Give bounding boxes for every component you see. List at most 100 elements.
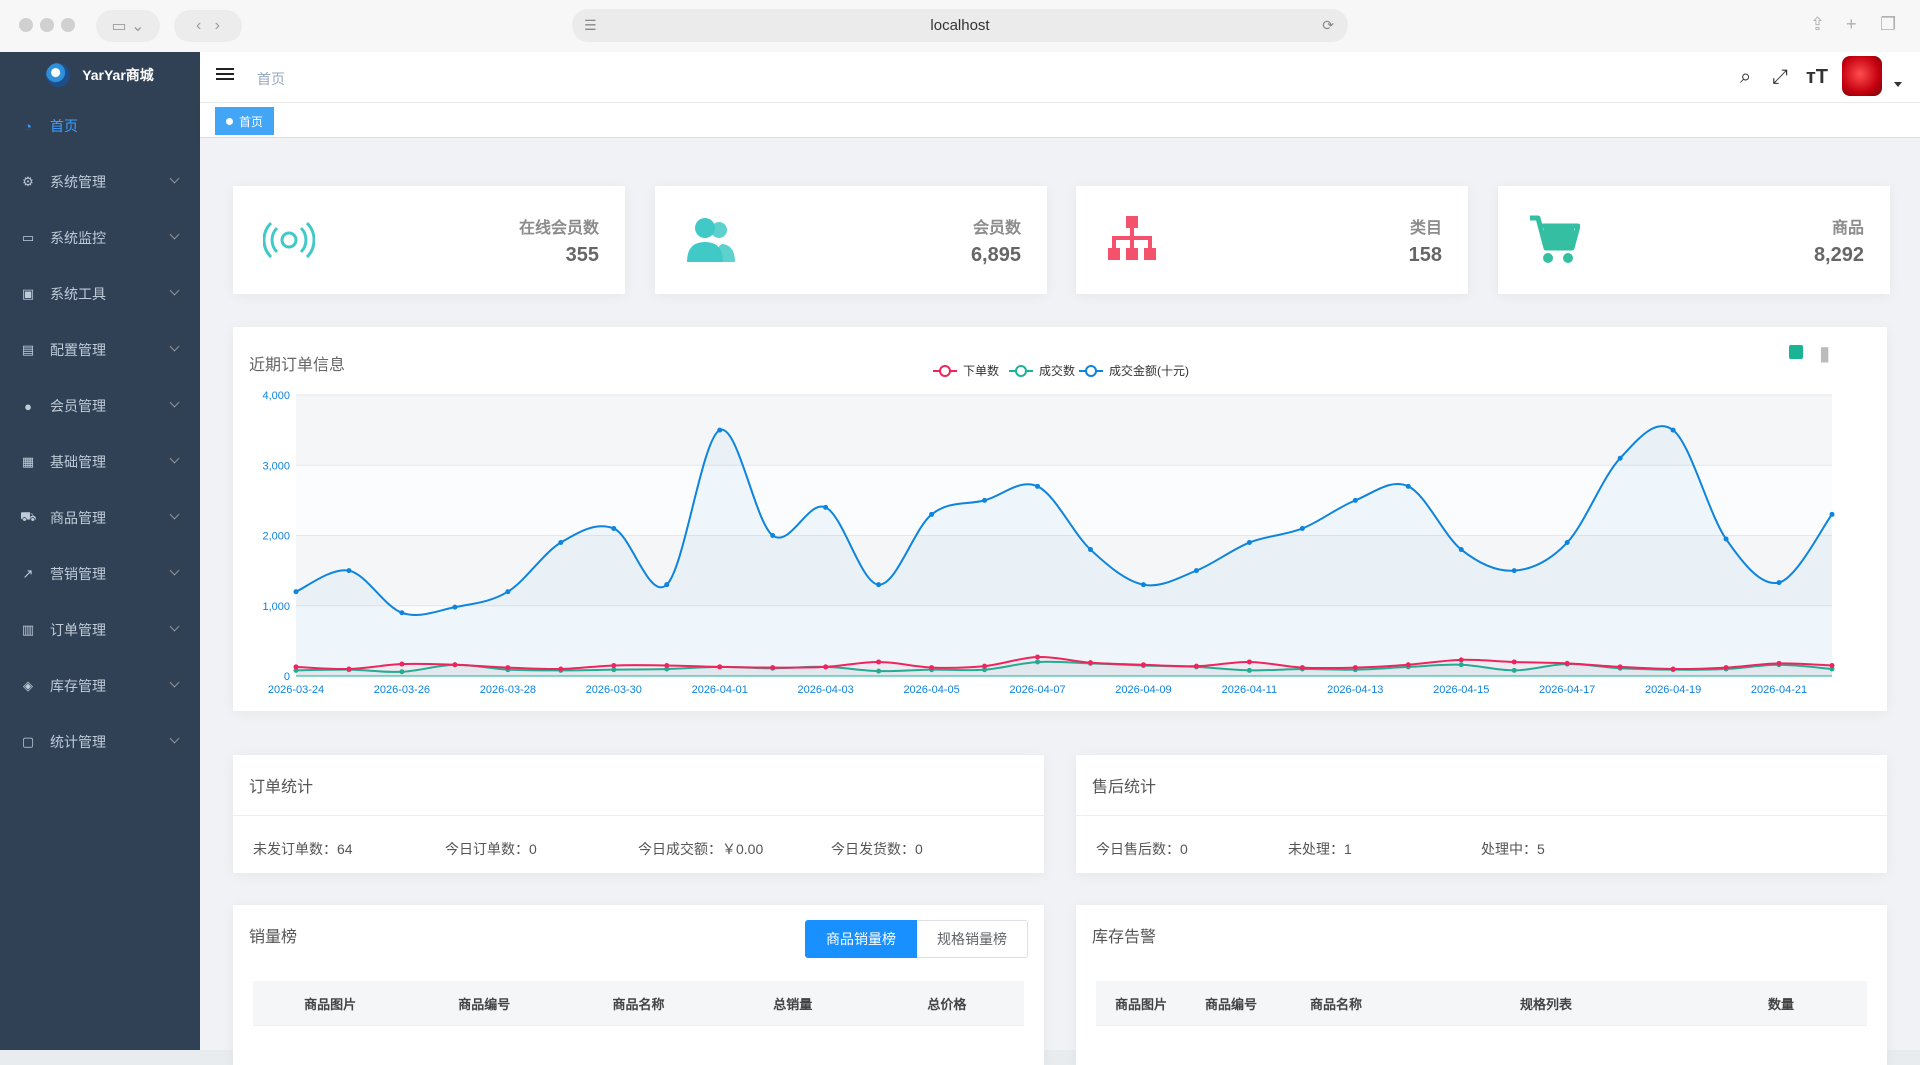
x-tick-label: 2026-04-13	[1327, 684, 1383, 696]
legend-label: 成交金额(十元)	[1109, 363, 1189, 378]
sidebar-item-10[interactable]: ◈ 库存管理	[0, 658, 200, 714]
brand-logo[interactable]: YarYar商城	[0, 52, 200, 98]
data-point	[1035, 483, 1041, 489]
data-point	[1511, 659, 1517, 665]
data-point	[1087, 547, 1093, 553]
tabs-overview-icon[interactable]: ❐	[1880, 14, 1896, 35]
caret-down-icon[interactable]	[1894, 82, 1902, 87]
sidebar-item-2[interactable]: ▭ 系统监控	[0, 210, 200, 266]
dashboard-icon: ◔	[24, 118, 32, 134]
sidebar-item-4[interactable]: ▤ 配置管理	[0, 322, 200, 378]
stat-value: 8,292	[1813, 244, 1864, 266]
data-point	[717, 664, 723, 670]
stat-item-value: ￥0.00	[722, 841, 764, 857]
chevron-down-icon	[169, 509, 180, 520]
close-window-button[interactable]	[19, 18, 33, 32]
avatar[interactable]	[1842, 56, 1882, 96]
column-header: 规格列表	[1519, 996, 1572, 1012]
reload-icon[interactable]: ⟳	[1322, 17, 1334, 34]
stats-icon: ▢	[21, 734, 35, 749]
data-point	[1617, 455, 1623, 461]
new-tab-icon[interactable]: +	[1846, 14, 1857, 35]
sidebar-item-0[interactable]: ◔ 首页	[0, 98, 200, 154]
stat-item-label: 未发订单数：	[253, 841, 337, 857]
active-dot-icon	[226, 117, 233, 125]
stat-card[interactable]: 类目 158	[1076, 186, 1468, 294]
search-icon[interactable]: ⌕	[1740, 66, 1751, 89]
chevron-down-icon	[169, 285, 180, 296]
back-forward-buttons[interactable]: ‹ ›	[174, 10, 242, 42]
data-point	[293, 589, 299, 595]
x-tick-label: 2026-03-30	[586, 684, 642, 696]
data-point	[1564, 540, 1570, 546]
minimize-window-button[interactable]	[40, 18, 54, 32]
chevron-down-icon	[169, 453, 180, 464]
main-content: 在线会员数 355 会员数 6,895 类目 158 商品 8,292 近期订单信息 ▮ 01…	[200, 138, 1920, 1065]
stat-card[interactable]: 商品 8,292	[1498, 186, 1890, 294]
data-point	[717, 427, 723, 433]
sidebar-item-label: 系统工具	[50, 286, 106, 302]
sidebar-item-label: 首页	[50, 118, 78, 134]
sidebar-item-11[interactable]: ▢ 统计管理	[0, 714, 200, 770]
sidebar-item-9[interactable]: ▥ 订单管理	[0, 602, 200, 658]
sidebar-item-8[interactable]: ↗ 营销管理	[0, 546, 200, 602]
sidebar-item-5[interactable]: ● 会员管理	[0, 378, 200, 434]
online-member-icon	[262, 214, 316, 266]
address-bar[interactable]: ☰ localhost ⟳	[572, 9, 1348, 42]
sidebar-item-6[interactable]: ▦ 基础管理	[0, 434, 200, 490]
column-header: 商品图片	[1114, 996, 1167, 1012]
x-tick-label: 2026-03-26	[374, 684, 430, 696]
stat-card[interactable]: 在线会员数 355	[233, 186, 625, 294]
tab-product-sales[interactable]: 商品销量榜	[805, 920, 917, 958]
stat-item: 处理中：5	[1481, 839, 1545, 859]
breadcrumb[interactable]: 首页	[257, 69, 285, 89]
sidebar-item-3[interactable]: ▣ 系统工具	[0, 266, 200, 322]
data-point	[1299, 525, 1305, 531]
sales-rank-tabs: 商品销量榜 规格销量榜	[805, 920, 1028, 958]
hamburger-icon[interactable]	[216, 68, 234, 84]
x-tick-label: 2026-04-01	[692, 684, 748, 696]
tag-home[interactable]: 首页	[215, 107, 275, 135]
gear-icon: ⚙	[22, 174, 34, 189]
share-icon[interactable]: ⇪	[1810, 14, 1825, 35]
column-header: 商品编号	[458, 996, 511, 1012]
data-point	[399, 610, 405, 616]
data-point	[664, 582, 670, 588]
sidebar: YarYar商城 ◔ 首页 ⚙ 系统管理 ▭ 系统监控 ▣ 系统工具 ▤ 配置管理 ● 会员管理 ▦ 基础…	[0, 52, 200, 1050]
sidebar-item-label: 订单管理	[50, 622, 106, 638]
data-point	[611, 525, 617, 531]
fullscreen-icon[interactable]: ⤢	[1772, 66, 1788, 89]
data-point	[1299, 665, 1305, 671]
stat-item-label: 未处理：	[1288, 841, 1344, 857]
stat-item-value: 1	[1344, 841, 1352, 857]
data-point	[1458, 547, 1464, 553]
cart-icon	[1528, 214, 1581, 266]
data-point	[1035, 654, 1041, 660]
data-point	[1511, 568, 1517, 574]
order-chart: 0 1,000 2,000 3,000 4,000 2026-03-24 2026-03-2…	[262, 363, 1835, 696]
sidebar-item-1[interactable]: ⚙ 系统管理	[0, 154, 200, 210]
stat-item: 今日售后数：0	[1096, 839, 1188, 859]
font-size-icon[interactable]: ᴛT	[1806, 66, 1828, 89]
stat-card[interactable]: 会员数 6,895	[655, 186, 1047, 294]
data-point	[1193, 663, 1199, 669]
data-point	[1193, 568, 1199, 574]
data-point	[399, 661, 405, 667]
data-point	[1776, 580, 1782, 586]
sidebar-item-label: 配置管理	[50, 342, 106, 358]
tab-sku-sales[interactable]: 规格销量榜	[917, 920, 1028, 958]
sidebar-item-7[interactable]: ⛟ 商品管理	[0, 490, 200, 546]
sidebar-toggle-icon[interactable]: ▭ ⌄	[96, 10, 160, 42]
stat-item-label: 处理中：	[1481, 841, 1537, 857]
stat-value: 355	[565, 244, 599, 266]
zoom-window-button[interactable]	[61, 18, 75, 32]
data-point	[611, 662, 617, 668]
column-header: 总销量	[773, 996, 813, 1012]
data-point	[293, 664, 299, 670]
legend-marker	[939, 365, 951, 377]
stat-item: 今日成交额：￥0.00	[638, 839, 763, 859]
data-point	[982, 663, 988, 669]
stat-item: 未处理：1	[1288, 839, 1352, 859]
legend-marker	[1015, 365, 1027, 377]
stock-alert-panel: 库存告警 商品图片 商品编号 商品名称 规格列表 数量	[1076, 905, 1887, 1065]
